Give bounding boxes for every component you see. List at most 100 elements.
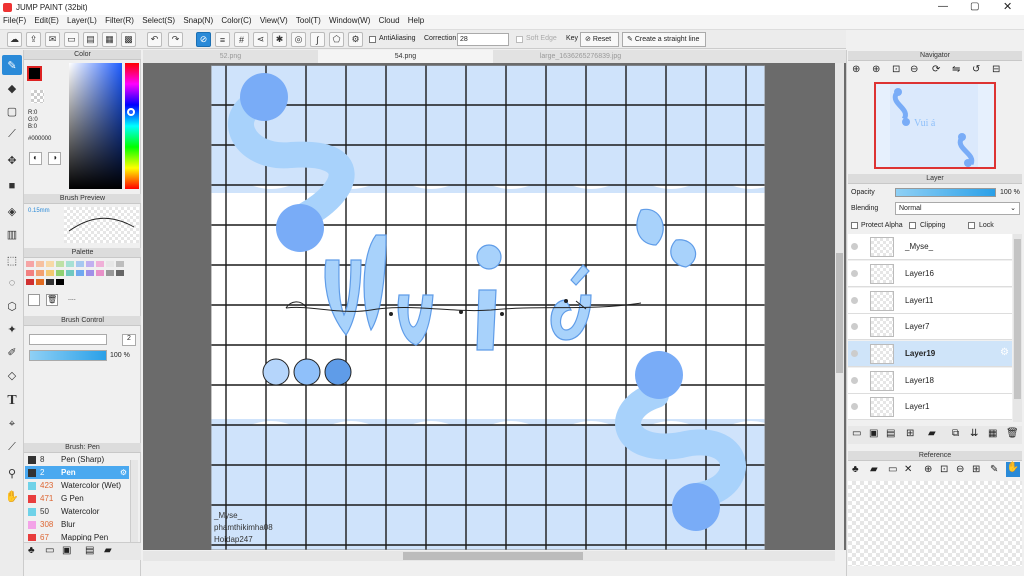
layer-scroll-thumb[interactable]: [1014, 239, 1021, 399]
navigator-preview[interactable]: Vui á: [874, 82, 996, 169]
layer-row[interactable]: _Myse_: [848, 234, 1012, 260]
text-tool-icon[interactable]: T: [2, 391, 22, 411]
gradient-tool-icon[interactable]: ▥: [2, 224, 22, 244]
hue-slider[interactable]: [125, 63, 139, 189]
visibility-icon[interactable]: [851, 350, 858, 357]
eyedropper-icon[interactable]: ◐: [29, 152, 42, 165]
zoom-out-icon[interactable]: ⊖: [910, 64, 918, 75]
menu-layer[interactable]: Layer(L): [64, 15, 100, 26]
visibility-icon[interactable]: [851, 297, 858, 304]
brush-item[interactable]: 67 Mapping Pen: [25, 531, 129, 541]
blending-select[interactable]: Normal ⌄: [895, 202, 1020, 215]
palette-swatch[interactable]: [56, 270, 64, 276]
reference-close-icon[interactable]: ✕: [904, 464, 912, 475]
clipping-checkbox[interactable]: [909, 222, 916, 229]
brush-item[interactable]: 471 G Pen: [25, 492, 129, 505]
brush-item[interactable]: 8 Pen (Sharp): [25, 453, 129, 466]
hue-handle[interactable]: [127, 108, 135, 116]
menu-view[interactable]: View(V): [257, 15, 291, 26]
tab-54[interactable]: 54.png: [318, 50, 493, 63]
palette-picker-icon[interactable]: ◑: [48, 152, 61, 165]
select-eraser-tool-icon[interactable]: ◇: [2, 365, 22, 385]
layer-row[interactable]: Layer1: [848, 394, 1012, 420]
palette-swatch[interactable]: [36, 261, 44, 267]
brush-size-slider[interactable]: [29, 334, 107, 345]
clear-layer-icon[interactable]: ▦: [988, 428, 997, 439]
layer-row[interactable]: Layer7: [848, 314, 1012, 340]
straight-line-button[interactable]: ✎ Create a straight line: [622, 32, 706, 47]
merge-layer-icon[interactable]: ⇊: [970, 428, 978, 439]
palette-swatch[interactable]: [106, 270, 114, 276]
rect-select-tool-icon[interactable]: ⬚: [2, 250, 22, 270]
lock-checkbox[interactable]: [968, 222, 975, 229]
lock-view-icon[interactable]: ⊟: [992, 64, 1000, 75]
transparent-color[interactable]: [31, 90, 44, 103]
reference-area[interactable]: [848, 481, 1022, 566]
palette-swatch[interactable]: [96, 270, 104, 276]
tab-large[interactable]: large_1636265276839.jpg: [493, 50, 668, 63]
duplicate-layer-icon[interactable]: ⧉: [952, 428, 959, 439]
parallel-snap-icon[interactable]: ≡: [215, 32, 230, 47]
palette-new-icon[interactable]: [28, 294, 40, 306]
palette-swatch[interactable]: [36, 270, 44, 276]
brush-opacity-slider[interactable]: [29, 350, 107, 361]
add-layer-icon[interactable]: ⊞: [906, 428, 914, 439]
reset-button[interactable]: ⊘ Reset: [580, 32, 619, 47]
reference-dropper-icon[interactable]: ✎: [990, 464, 998, 475]
palette-swatch[interactable]: [76, 270, 84, 276]
dropper-alt-tool-icon[interactable]: ⚲: [2, 463, 22, 483]
palette-swatch[interactable]: [26, 279, 34, 285]
palette-swatch[interactable]: [86, 270, 94, 276]
brush-size-input[interactable]: 2: [122, 334, 136, 346]
correction-input[interactable]: 28: [457, 33, 509, 46]
brush-settings-icon[interactable]: ⚙: [120, 466, 127, 479]
palette-swatch[interactable]: [76, 261, 84, 267]
lasso-tool-icon[interactable]: ◌: [2, 273, 22, 293]
gear-icon[interactable]: ⚙: [348, 32, 363, 47]
rectangle-tool-icon[interactable]: ▢: [2, 101, 22, 121]
visibility-icon[interactable]: [851, 243, 858, 250]
flip-icon[interactable]: ⇋: [952, 64, 960, 75]
circle-snap-icon[interactable]: ◎: [291, 32, 306, 47]
upload-icon[interactable]: ⇪: [26, 32, 41, 47]
palette-swatch[interactable]: [26, 270, 34, 276]
brush-list-scrollbar[interactable]: [130, 460, 138, 542]
foreground-color[interactable]: [27, 66, 42, 81]
brush-item-selected[interactable]: 2 Pen ⚙: [25, 466, 129, 479]
palette-swatch[interactable]: [96, 261, 104, 267]
maximize-button[interactable]: ▢: [970, 1, 979, 12]
brush-new-icon[interactable]: ▭: [45, 545, 54, 556]
visibility-icon[interactable]: [851, 377, 858, 384]
color-sv-square[interactable]: [69, 63, 122, 189]
cloud-icon[interactable]: ☁: [7, 32, 22, 47]
reference-zoom-out-icon[interactable]: ⊖: [956, 464, 964, 475]
vanishing-snap-icon[interactable]: ⋖: [253, 32, 268, 47]
layer-list-scrollbar[interactable]: [1013, 234, 1022, 422]
visibility-icon[interactable]: [851, 270, 858, 277]
move-tool-icon[interactable]: ✥: [2, 150, 22, 170]
document-icon[interactable]: ▤: [83, 32, 98, 47]
reference-zoom-icon[interactable]: ⊡: [940, 464, 948, 475]
layer-row[interactable]: Layer16: [848, 261, 1012, 287]
menu-color[interactable]: Color(C): [218, 15, 254, 26]
reference-cloud-icon[interactable]: ♣: [852, 464, 859, 475]
vertical-scroll-thumb[interactable]: [836, 253, 843, 373]
dropper-tool-icon[interactable]: ⟋: [2, 437, 22, 457]
brush-item[interactable]: 50 Watercolor: [25, 505, 129, 518]
palette-swatch[interactable]: [36, 279, 44, 285]
layer-row-selected[interactable]: Layer19 ⚙: [848, 341, 1012, 367]
grid-icon[interactable]: ▩: [121, 32, 136, 47]
menu-edit[interactable]: Edit(E): [31, 15, 61, 26]
menu-filter[interactable]: Filter(R): [102, 15, 137, 26]
layer-settings-icon[interactable]: ⚙: [1000, 347, 1009, 358]
menu-window[interactable]: Window(W): [326, 15, 373, 26]
operation-tool-icon[interactable]: ⌖: [2, 414, 22, 434]
layer-row[interactable]: Layer18: [848, 368, 1012, 394]
polygon-snap-icon[interactable]: ⬠: [329, 32, 344, 47]
print-icon[interactable]: ▭: [64, 32, 79, 47]
brush-download-icon[interactable]: ♣: [28, 545, 35, 556]
zoom-in-icon[interactable]: ⊕: [852, 64, 860, 75]
canvas-horizontal-scrollbar[interactable]: [143, 551, 835, 561]
tab-52[interactable]: 52.png: [143, 50, 318, 63]
menu-file[interactable]: File(F): [0, 15, 29, 26]
